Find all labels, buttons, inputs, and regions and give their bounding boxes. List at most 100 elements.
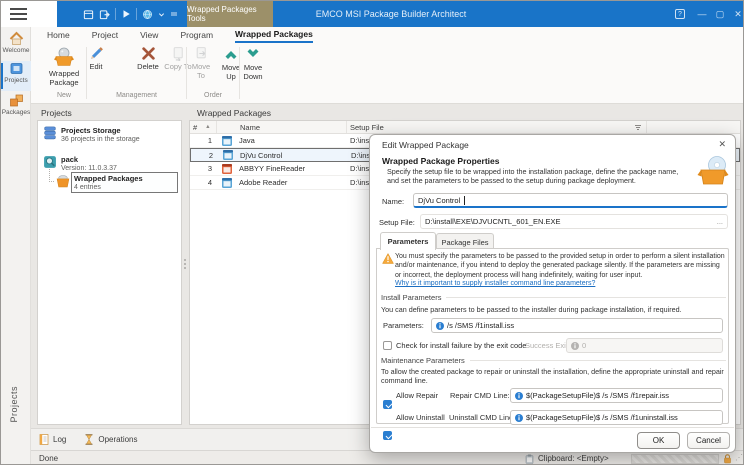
browse-button[interactable]: ...	[717, 217, 723, 226]
log-icon	[39, 434, 49, 445]
parameters-input[interactable]: /s /SMS /f1install.iss	[431, 318, 723, 333]
status-text: Done	[39, 454, 58, 463]
move-to-button[interactable]: Move To	[187, 45, 215, 91]
parameters-help-link[interactable]: Why is it important to supply installer …	[395, 280, 595, 287]
warning-text: You must specify the parameters to be pa…	[395, 252, 725, 280]
name-input[interactable]: DjVu Control	[413, 193, 728, 208]
minimize-button[interactable]: —	[693, 1, 711, 27]
column-header-num[interactable]: #▲	[190, 121, 217, 133]
delete-button[interactable]: Delete	[134, 45, 162, 91]
move-up-icon	[223, 46, 239, 62]
parameters-label: Parameters:	[383, 321, 424, 330]
dialog-title: Edit Wrapped Package	[382, 140, 469, 150]
sidebar-item-projects[interactable]: Projects	[1, 61, 31, 91]
cancel-button[interactable]: Cancel	[687, 432, 730, 449]
edit-button[interactable]: Edit	[82, 45, 110, 91]
copy-to-icon	[171, 46, 186, 61]
edit-wrapped-package-dialog: Edit Wrapped Package ✕ Wrapped Package P…	[369, 134, 736, 453]
success-exit-codes-input[interactable]: 0	[566, 338, 723, 353]
maintenance-parameters-section: Maintenance Parameters	[381, 356, 726, 365]
dialog-close-icon[interactable]: ✕	[718, 139, 726, 150]
ribbon-tab-view[interactable]: View	[140, 27, 158, 43]
dialog-header-title: Wrapped Package Properties	[382, 156, 499, 166]
install-parameters-section: Install Parameters	[381, 293, 726, 302]
check-install-failure-checkbox[interactable]	[383, 341, 392, 350]
welcome-home-icon	[9, 31, 24, 46]
ribbon-tab-project[interactable]: Project	[92, 27, 118, 43]
maintenance-description: To allow the created package to repair o…	[381, 367, 726, 385]
window-title: EMCO MSI Package Builder Architect	[301, 1, 481, 27]
ribbon: Wrapped Package Edit Delete Copy To	[31, 43, 744, 104]
move-down-button[interactable]: Move Down	[240, 45, 266, 91]
packages-boxes-icon	[9, 93, 24, 108]
tree-item-projects-storage[interactable]: Projects Storage 36 projects in the stor…	[43, 126, 140, 144]
tab-operations[interactable]: Operations	[84, 434, 137, 445]
info-icon	[571, 342, 579, 350]
repair-cmd-input[interactable]: $(PackageSetupFile)$ /s /SMS /f1repair.i…	[510, 388, 723, 403]
uninstall-cmd-label: Uninstall CMD Line:	[449, 413, 515, 422]
allow-uninstall-label: Allow Uninstall	[396, 413, 445, 422]
projects-storage-icon	[43, 126, 57, 140]
column-sort-icon[interactable]	[634, 124, 642, 131]
sidebar-item-packages[interactable]: Packages	[1, 93, 31, 123]
status-progress-strip	[631, 454, 719, 464]
panel-splitter[interactable]	[183, 259, 186, 275]
tree-item-wrapped-packages[interactable]: Wrapped Packages 4 entries	[56, 174, 143, 192]
hamburger-menu-icon[interactable]	[10, 8, 27, 20]
lock-icon	[723, 454, 732, 464]
maximize-button[interactable]: ▢	[711, 1, 729, 27]
warning-icon	[382, 253, 394, 264]
dialog-header-description: Specify the setup file to be wrapped int…	[387, 167, 685, 185]
allow-repair-label: Allow Repair	[396, 391, 438, 400]
operations-hourglass-icon	[84, 434, 94, 445]
wrapped-package-dialog-icon	[696, 154, 730, 188]
install-parameters-description: You can define parameters to be passed t…	[381, 305, 726, 314]
export-package-icon[interactable]	[99, 9, 110, 20]
group-divider	[239, 47, 240, 99]
save-package-icon[interactable]	[83, 9, 94, 20]
abbyy-app-icon	[222, 164, 232, 174]
chevron-down-icon[interactable]	[158, 11, 165, 18]
projects-panel-title: Projects	[41, 108, 72, 118]
sidebar-item-welcome[interactable]: Welcome	[1, 31, 31, 61]
toolbar-separator	[115, 8, 116, 20]
uninstall-cmd-input[interactable]: $(PackageSetupFile)$ /s /SMS /f1uninstal…	[510, 410, 723, 425]
globe-icon[interactable]	[142, 9, 153, 20]
ok-button[interactable]: OK	[637, 432, 680, 449]
name-label: Name:	[382, 197, 404, 206]
close-button[interactable]: ✕	[729, 1, 744, 27]
tab-parameters[interactable]: Parameters	[380, 232, 436, 250]
run-icon[interactable]	[121, 9, 131, 19]
wrapped-package-button[interactable]: Wrapped Package	[41, 45, 87, 91]
tree-connector	[49, 169, 54, 182]
repair-cmd-label: Repair CMD Line:	[450, 391, 510, 400]
adobe-app-icon	[222, 178, 232, 188]
info-icon	[515, 392, 523, 400]
info-icon	[515, 414, 523, 422]
tree-item-pack[interactable]: pack Version: 11.0.3.37	[43, 155, 117, 173]
allow-uninstall-checkbox[interactable]	[383, 431, 392, 440]
setup-file-label: Setup File:	[379, 218, 415, 227]
group-label-order: Order	[189, 92, 237, 99]
customize-toolbar-icon[interactable]	[170, 10, 178, 18]
group-label-new: New	[41, 92, 87, 99]
resize-grip[interactable]: ⋰	[735, 453, 743, 462]
help-button[interactable]: ?	[671, 1, 689, 27]
column-header-name[interactable]: Name	[237, 121, 347, 133]
toolbar-separator	[136, 8, 137, 20]
wrapped-package-icon	[53, 46, 75, 68]
ribbon-tab-program[interactable]: Program	[180, 27, 213, 43]
ribbon-tab-home[interactable]: Home	[47, 27, 70, 43]
check-install-failure-label: Check for install failure by the exit co…	[396, 341, 526, 350]
delete-x-icon	[141, 46, 156, 61]
ribbon-tab-wrapped-packages[interactable]: Wrapped Packages	[235, 27, 313, 43]
column-header-icon[interactable]	[217, 121, 237, 133]
setup-file-field[interactable]: D:\install\EXE\DJVUCNTL_601_EN.EXE ...	[420, 214, 728, 229]
projects-box-icon	[9, 61, 24, 76]
edit-pencil-icon	[89, 46, 104, 61]
allow-repair-checkbox[interactable]	[383, 400, 392, 409]
column-header-setup[interactable]: Setup File	[347, 121, 647, 133]
move-down-icon	[245, 46, 261, 62]
tab-log[interactable]: Log	[39, 434, 66, 445]
contextual-tab-header[interactable]: Wrapped Packages Tools	[187, 1, 273, 27]
